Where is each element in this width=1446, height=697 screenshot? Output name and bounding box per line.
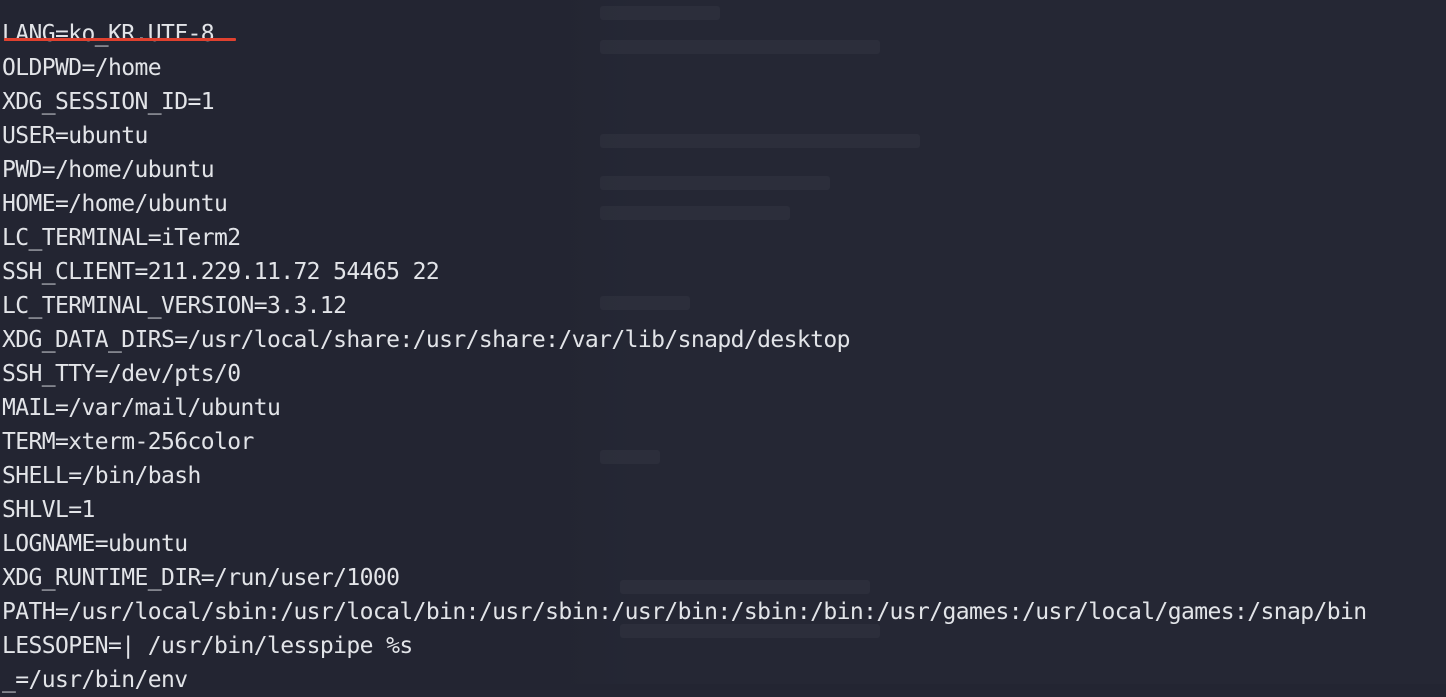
terminal-line: SSH_TTY=/dev/pts/0: [2, 361, 241, 387]
terminal-line: LC_TERMINAL_VERSION=3.3.12: [2, 293, 347, 319]
terminal-line: PATH=/usr/local/sbin:/usr/local/bin:/usr…: [2, 599, 1367, 625]
terminal-line: MAIL=/var/mail/ubuntu: [2, 395, 281, 421]
terminal-output[interactable]: LANG=ko_KR.UTF-8 OLDPWD=/home XDG_SESSION_…: [2, 0, 1367, 697]
terminal-line: LESSOPEN=| /usr/bin/lesspipe %s: [2, 633, 413, 659]
terminal-line: TERM=xterm-256color: [2, 429, 254, 455]
terminal-line-highlighted: LANG=ko_KR.UTF-8: [2, 21, 215, 47]
terminal-line: HOME=/home/ubuntu: [2, 191, 228, 217]
terminal-line: OLDPWD=/home: [2, 55, 162, 81]
terminal-line: SSH_CLIENT=211.229.11.72 54465 22: [2, 259, 440, 285]
terminal-line: LC_TERMINAL=iTerm2: [2, 225, 241, 251]
terminal-line: XDG_RUNTIME_DIR=/run/user/1000: [2, 565, 400, 591]
terminal-line: XDG_DATA_DIRS=/usr/local/share:/usr/shar…: [2, 327, 850, 353]
terminal-line: USER=ubuntu: [2, 123, 148, 149]
terminal-line: SHLVL=1: [2, 497, 95, 523]
terminal-line: PWD=/home/ubuntu: [2, 157, 215, 183]
terminal-line: LOGNAME=ubuntu: [2, 531, 188, 557]
terminal-line: SHELL=/bin/bash: [2, 463, 201, 489]
terminal-line: XDG_SESSION_ID=1: [2, 89, 215, 115]
highlight-underline: [4, 38, 236, 41]
terminal-line: _=/usr/bin/env: [2, 667, 188, 693]
